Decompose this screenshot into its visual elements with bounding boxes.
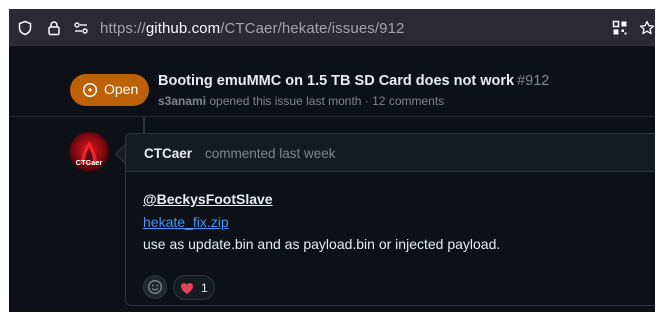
- issue-state-label: Open: [104, 81, 139, 97]
- add-reaction-button[interactable]: [143, 275, 167, 299]
- issue-author-link[interactable]: s3anami: [158, 94, 206, 108]
- shield-icon[interactable]: [17, 20, 33, 36]
- browser-window: https://github.com/CTCaer/hekate/issues/…: [9, 9, 655, 312]
- permissions-icon[interactable]: [73, 20, 89, 36]
- url-host: github.com: [145, 20, 221, 37]
- comment-timestamp[interactable]: commented last week: [205, 146, 336, 161]
- heart-reaction-button[interactable]: 1: [173, 275, 215, 300]
- issue-meta-text: opened this issue last month · 12 commen…: [209, 94, 445, 108]
- heart-icon: [181, 283, 193, 294]
- issue-title-text: Booting emuMMC on 1.5 TB SD Card does no…: [158, 73, 515, 89]
- attachment-link[interactable]: hekate_fix.zip: [143, 214, 229, 230]
- comment-body-text: use as update.bin and as payload.bin or …: [143, 236, 501, 252]
- issue-state-badge: Open: [70, 74, 149, 106]
- lock-icon[interactable]: [46, 20, 62, 36]
- qr-code-icon[interactable]: [612, 20, 628, 36]
- url-scheme: https://: [100, 20, 146, 37]
- issue-opened-icon: [82, 82, 98, 98]
- avatar-text: CTCaer: [76, 158, 103, 167]
- heart-reaction-count: 1: [201, 281, 208, 295]
- smiley-icon: [147, 279, 163, 295]
- bookmark-star-icon[interactable]: [639, 20, 655, 36]
- comment-box: CTCaer commented last week @BeckysFootSl…: [125, 133, 655, 306]
- url-bar[interactable]: https://github.com/CTCaer/hekate/issues/…: [100, 20, 404, 37]
- browser-toolbar: https://github.com/CTCaer/hekate/issues/…: [9, 9, 655, 47]
- user-mention-link[interactable]: @BeckysFootSlave: [143, 191, 273, 207]
- url-path: /CTCaer/hekate/issues/912: [220, 20, 405, 37]
- issue-header: Open Booting emuMMC on 1.5 TB SD Card do…: [9, 47, 655, 117]
- comment-author-link[interactable]: CTCaer: [144, 146, 192, 161]
- avatar[interactable]: CTCaer: [69, 132, 109, 172]
- issue-meta: s3anami opened this issue last month · 1…: [158, 94, 444, 108]
- comment-header: CTCaer commented last week: [126, 134, 655, 172]
- issue-title: Booting emuMMC on 1.5 TB SD Card does no…: [158, 73, 549, 89]
- issue-number: #912: [517, 73, 550, 89]
